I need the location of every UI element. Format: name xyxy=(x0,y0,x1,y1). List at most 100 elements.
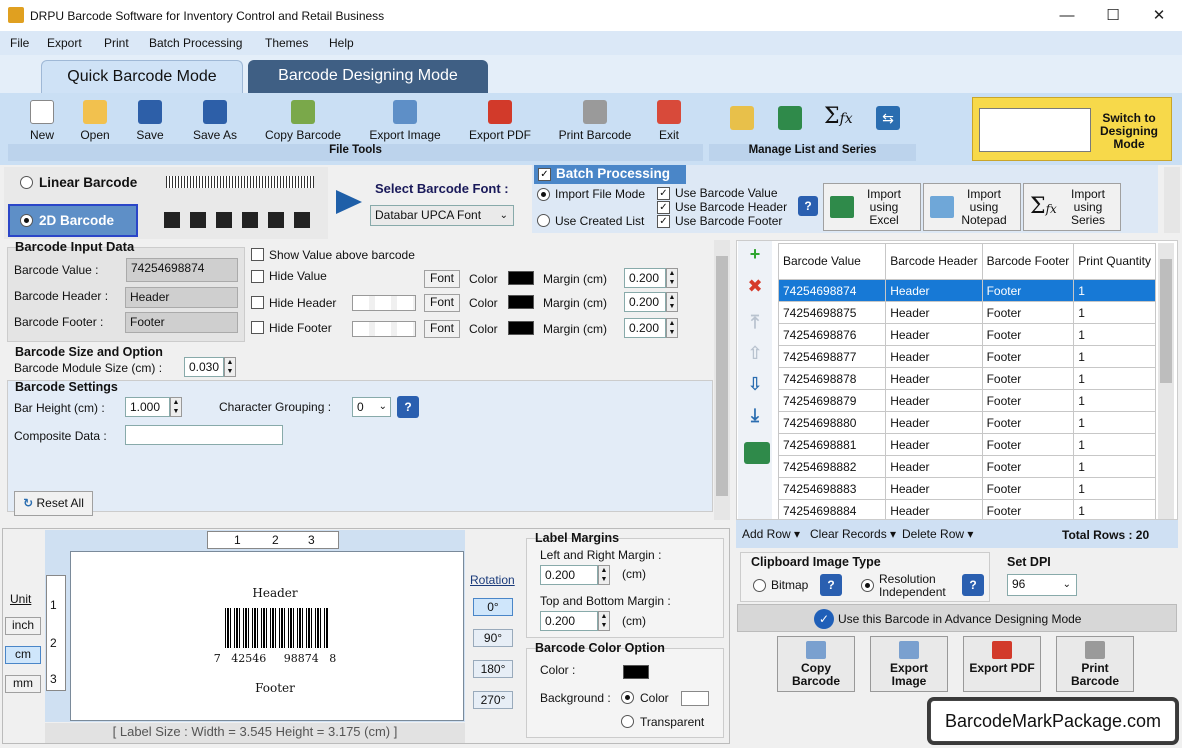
table-cell[interactable]: Footer xyxy=(981,345,1075,368)
table-cell[interactable]: Header xyxy=(885,455,983,478)
table-cell[interactable]: 74254698881 xyxy=(778,433,887,456)
use-header-checkbox[interactable]: ✓ xyxy=(657,201,670,214)
table-cell[interactable]: Header xyxy=(885,411,983,434)
menu-print[interactable]: Print xyxy=(104,36,129,50)
hide-footer-checkbox[interactable] xyxy=(251,321,264,334)
add-row-dropdown[interactable]: Add Row ▾ xyxy=(742,527,800,541)
composite-data-field[interactable] xyxy=(125,425,283,445)
table-cell[interactable]: Footer xyxy=(981,389,1075,412)
resolution-help-icon[interactable]: ? xyxy=(962,574,984,596)
table-cell[interactable]: 74254698880 xyxy=(778,411,887,434)
import-series-button[interactable]: Σfx Import using Series xyxy=(1023,183,1121,231)
show-above-checkbox[interactable] xyxy=(251,248,264,261)
bar-height-spinner[interactable]: ▲ ▼ xyxy=(170,397,182,417)
table-row[interactable]: 74254698884 Header Footer 1 xyxy=(778,499,1156,519)
table-cell[interactable]: Header xyxy=(885,367,983,390)
lr-margin-spinner[interactable]: ▲ ▼ xyxy=(598,565,610,585)
transparent-radio[interactable] xyxy=(621,715,634,728)
table-cell[interactable]: Header xyxy=(885,323,983,346)
use-value-checkbox[interactable]: ✓ xyxy=(657,187,670,200)
table-cell[interactable]: Footer xyxy=(981,367,1075,390)
table-cell[interactable]: 1 xyxy=(1073,367,1156,390)
export-excel-icon[interactable] xyxy=(744,442,770,464)
header-align-icons[interactable] xyxy=(352,295,416,311)
bar-height-field[interactable]: 1.000 xyxy=(125,397,170,417)
open-button[interactable]: Open xyxy=(77,100,113,142)
table-row[interactable]: 74254698875 Header Footer 1 xyxy=(778,301,1156,324)
created-list-radio[interactable] xyxy=(537,214,550,227)
rotation-270-button[interactable]: 270° xyxy=(473,691,513,709)
value-color-swatch[interactable] xyxy=(508,271,534,285)
footer-margin-field[interactable]: 0.200 xyxy=(624,318,666,338)
barcode-value-field[interactable]: 74254698874 xyxy=(126,258,238,282)
bg-color-radio[interactable] xyxy=(621,691,634,704)
table-cell[interactable]: Footer xyxy=(981,433,1075,456)
batch-help-icon[interactable]: ? xyxy=(798,196,818,216)
table-cell[interactable]: Footer xyxy=(981,279,1075,302)
table-row[interactable]: 74254698874 Header Footer 1 xyxy=(778,279,1156,302)
table-cell[interactable]: Footer xyxy=(981,499,1075,519)
excel-list-icon[interactable] xyxy=(778,106,802,130)
unit-cm-button[interactable]: cm xyxy=(5,646,41,664)
top-scrollbar[interactable] xyxy=(1164,167,1180,233)
maximize-icon[interactable]: ☐ xyxy=(1090,0,1136,31)
value-margin-field[interactable]: 0.200 xyxy=(624,268,666,288)
export-pdf-action[interactable]: Export PDF xyxy=(963,636,1041,692)
hide-value-checkbox[interactable] xyxy=(251,270,264,283)
import-excel-button[interactable]: Import using Excel xyxy=(823,183,921,231)
footer-margin-spinner[interactable]: ▲ ▼ xyxy=(666,318,678,338)
table-cell[interactable]: 1 xyxy=(1073,433,1156,456)
table-row[interactable]: 74254698881 Header Footer 1 xyxy=(778,433,1156,456)
delete-row-dropdown[interactable]: Delete Row ▾ xyxy=(902,527,973,541)
unit-mm-button[interactable]: mm xyxy=(5,675,41,693)
table-cell[interactable]: 74254698876 xyxy=(778,323,887,346)
table-cell[interactable]: 74254698882 xyxy=(778,455,887,478)
tb-margin-field[interactable]: 0.200 xyxy=(540,611,598,631)
table-row[interactable]: 74254698883 Header Footer 1 xyxy=(778,477,1156,500)
swap-icon[interactable]: ⇆ xyxy=(876,106,900,130)
module-size-field[interactable]: 0.030 xyxy=(184,357,224,377)
add-row-icon[interactable]: + xyxy=(744,244,766,266)
table-cell[interactable]: Footer xyxy=(981,411,1075,434)
footer-color-swatch[interactable] xyxy=(508,321,534,335)
table-cell[interactable]: 1 xyxy=(1073,279,1156,302)
table-cell[interactable]: Header xyxy=(885,345,983,368)
table-cell[interactable]: 74254698878 xyxy=(778,367,887,390)
barcode-font-select[interactable]: Databar UPCA Font ⌄ xyxy=(370,205,514,226)
menu-export[interactable]: Export xyxy=(47,36,82,50)
copy-barcode-button[interactable]: Copy Barcode xyxy=(258,100,348,142)
col-print-quantity[interactable]: Print Quantity xyxy=(1073,243,1156,280)
advance-mode-button[interactable]: ✓ Use this Barcode in Advance Designing … xyxy=(737,604,1177,632)
import-notepad-button[interactable]: Import using Notepad xyxy=(923,183,1021,231)
rotation-90-button[interactable]: 90° xyxy=(473,629,513,647)
table-cell[interactable]: 74254698874 xyxy=(778,279,887,302)
menu-themes[interactable]: Themes xyxy=(265,36,308,50)
save-as-button[interactable]: Save As xyxy=(187,100,243,142)
rotation-180-button[interactable]: 180° xyxy=(473,660,513,678)
table-cell[interactable]: Header xyxy=(885,279,983,302)
table-cell[interactable]: 74254698879 xyxy=(778,389,887,412)
reset-all-button[interactable]: ↻ Reset All xyxy=(14,491,93,516)
grouping-help-icon[interactable]: ? xyxy=(397,396,419,418)
table-cell[interactable]: 74254698877 xyxy=(778,345,887,368)
value-font-button[interactable]: Font xyxy=(424,270,460,288)
input-scrollbar[interactable] xyxy=(714,240,730,520)
move-top-icon[interactable]: ⤒ xyxy=(744,312,766,334)
tb-margin-spinner[interactable]: ▲ ▼ xyxy=(598,611,610,631)
col-barcode-value[interactable]: Barcode Value xyxy=(778,243,887,280)
input-scrollbar-thumb[interactable] xyxy=(716,256,728,496)
table-row[interactable]: 74254698880 Header Footer 1 xyxy=(778,411,1156,434)
table-cell[interactable]: 74254698884 xyxy=(778,499,887,519)
table-cell[interactable]: Header xyxy=(885,301,983,324)
header-color-swatch[interactable] xyxy=(508,295,534,309)
copy-barcode-action[interactable]: Copy Barcode xyxy=(777,636,855,692)
table-cell[interactable]: 1 xyxy=(1073,455,1156,478)
move-up-icon[interactable]: ⇧ xyxy=(744,343,766,365)
export-image-button[interactable]: Export Image xyxy=(362,100,448,142)
minimize-icon[interactable]: — xyxy=(1044,0,1090,31)
grid-scrollbar[interactable] xyxy=(1158,243,1174,519)
table-cell[interactable]: 1 xyxy=(1073,389,1156,412)
save-button[interactable]: Save xyxy=(132,100,168,142)
table-cell[interactable]: Footer xyxy=(981,301,1075,324)
barcode-header-field[interactable]: Header xyxy=(125,287,238,308)
